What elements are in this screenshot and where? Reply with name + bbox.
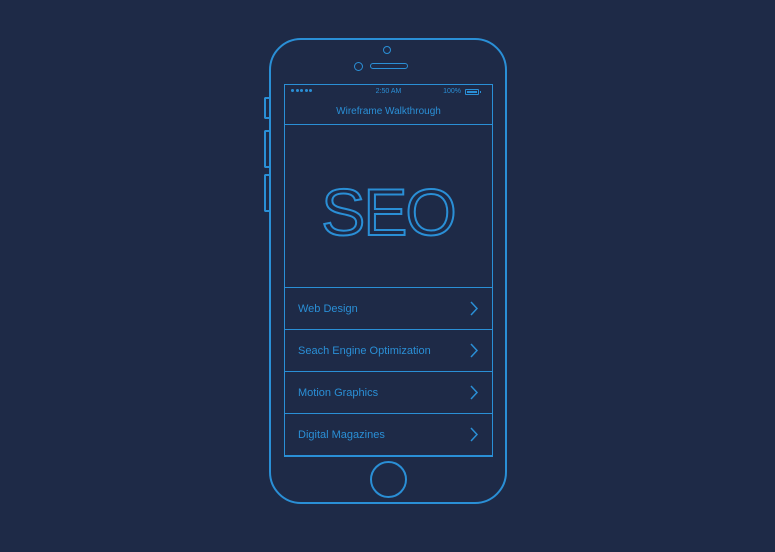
chevron-right-icon bbox=[470, 343, 478, 358]
menu-item-search-engine-optimization[interactable]: Seach Engine Optimization bbox=[285, 330, 492, 372]
volume-up-button bbox=[264, 130, 269, 168]
chevron-right-icon bbox=[470, 385, 478, 400]
menu-item-motion-graphics[interactable]: Motion Graphics bbox=[285, 372, 492, 414]
hero-svg: SEO bbox=[320, 174, 457, 250]
menu-item-label: Seach Engine Optimization bbox=[298, 345, 431, 357]
chevron-right-icon bbox=[470, 427, 478, 442]
earpiece-speaker bbox=[370, 63, 408, 69]
menu-item-label: Motion Graphics bbox=[298, 387, 379, 399]
chevron-right-icon bbox=[470, 301, 478, 316]
menu-item-label: Digital Magazines bbox=[298, 429, 385, 441]
phone-screen: 2:50 AM 100% Wireframe Walkthrough SEO W… bbox=[284, 84, 493, 457]
mute-switch bbox=[264, 97, 269, 119]
battery-icon bbox=[465, 89, 481, 95]
hero-title: SEO bbox=[321, 175, 454, 249]
menu-item-label: Web Design bbox=[298, 303, 358, 315]
nav-title: Wireframe Walkthrough bbox=[285, 99, 492, 125]
menu-item-web-design[interactable]: Web Design bbox=[285, 288, 492, 330]
front-camera bbox=[383, 46, 391, 54]
status-bar: 2:50 AM 100% bbox=[285, 85, 492, 99]
menu-item-digital-magazines[interactable]: Digital Magazines bbox=[285, 414, 492, 456]
home-button[interactable] bbox=[370, 461, 407, 498]
hero-banner: SEO bbox=[285, 125, 492, 288]
volume-down-button bbox=[264, 174, 269, 212]
proximity-sensor bbox=[354, 62, 363, 71]
battery-percent: 100% bbox=[443, 88, 461, 95]
